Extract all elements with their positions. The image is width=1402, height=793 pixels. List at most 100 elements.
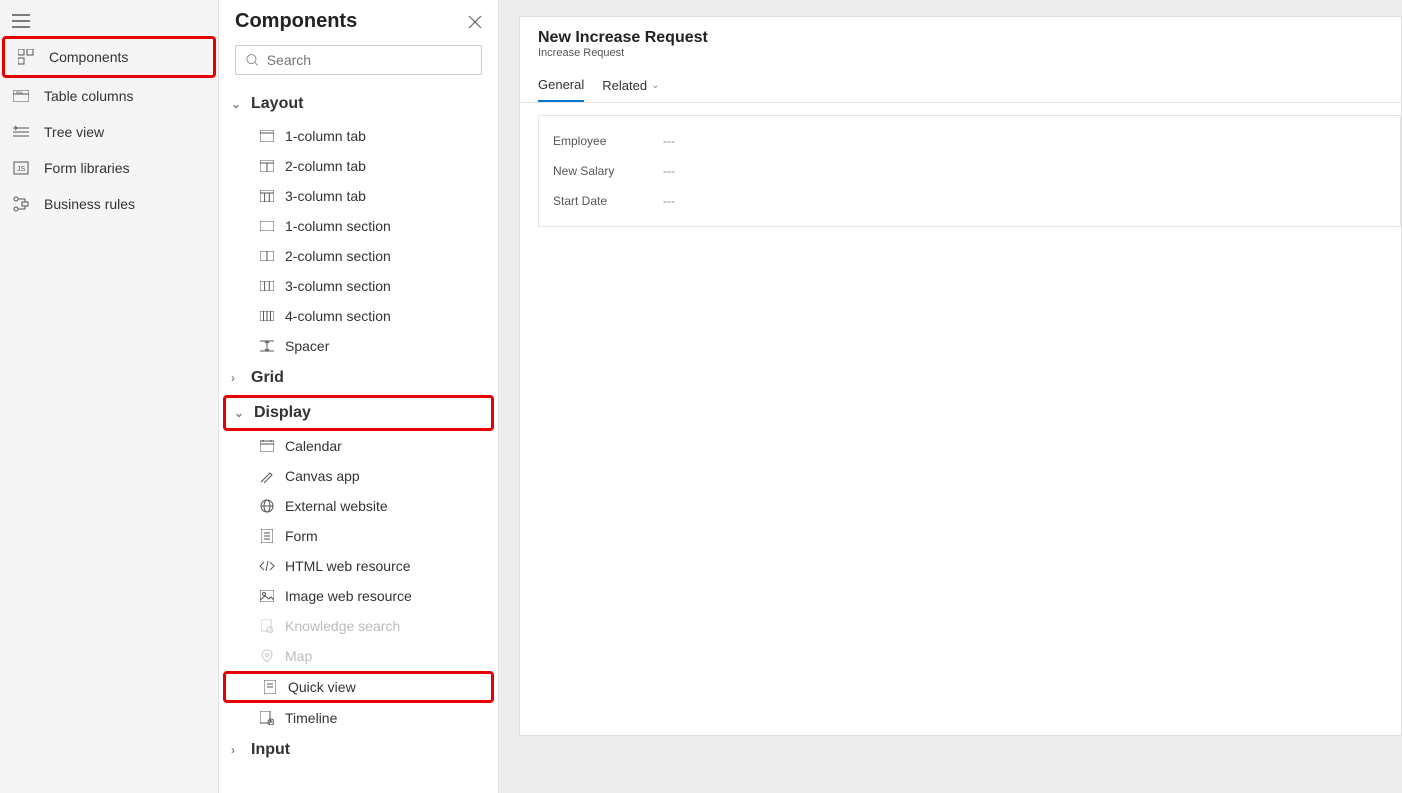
section-display[interactable]: ⌄ Display xyxy=(223,395,494,431)
item-quick-view[interactable]: Quick view xyxy=(223,671,494,703)
item-html-web-resource[interactable]: HTML web resource xyxy=(219,551,498,581)
search-icon xyxy=(246,53,259,67)
hamburger-button[interactable] xyxy=(0,6,218,36)
map-icon xyxy=(259,649,275,663)
field-row[interactable]: New Salary --- xyxy=(553,156,1386,186)
nav-item-table-columns[interactable]: Abc Table columns xyxy=(0,78,218,114)
section-label: Input xyxy=(251,741,290,759)
one-column-tab-icon xyxy=(259,130,275,142)
three-column-tab-icon xyxy=(259,190,275,202)
canvas-app-icon xyxy=(259,469,275,483)
tree-item-label: Spacer xyxy=(285,338,329,354)
components-icon xyxy=(17,49,35,65)
form-title: New Increase Request xyxy=(538,29,1383,47)
nav-item-components[interactable]: Components xyxy=(2,36,216,78)
two-column-tab-icon xyxy=(259,160,275,172)
item-form[interactable]: Form xyxy=(219,521,498,551)
calendar-icon xyxy=(259,440,275,452)
business-rules-icon xyxy=(12,196,30,212)
item-3-column-tab[interactable]: 3-column tab xyxy=(219,181,498,211)
tree-item-label: Image web resource xyxy=(285,588,412,604)
tree-item-label: 3-column tab xyxy=(285,188,366,204)
item-1-column-tab[interactable]: 1-column tab xyxy=(219,121,498,151)
code-icon xyxy=(259,560,275,572)
section-layout[interactable]: ⌄ Layout xyxy=(219,87,498,121)
nav-item-label: Tree view xyxy=(44,124,104,140)
nav-item-label: Form libraries xyxy=(44,160,130,176)
item-calendar[interactable]: Calendar xyxy=(219,431,498,461)
section-label: Display xyxy=(254,404,311,422)
item-spacer[interactable]: Spacer xyxy=(219,331,498,361)
item-timeline[interactable]: Timeline xyxy=(219,703,498,733)
tree-item-label: 1-column section xyxy=(285,218,391,234)
tree-item-label: Knowledge search xyxy=(285,618,400,634)
item-knowledge-search[interactable]: Knowledge search xyxy=(219,611,498,641)
tree-item-label: Form xyxy=(285,528,318,544)
three-column-section-icon xyxy=(259,281,275,291)
tab-label: Related xyxy=(602,78,647,93)
item-canvas-app[interactable]: Canvas app xyxy=(219,461,498,491)
chevron-down-icon: ⌄ xyxy=(234,406,248,420)
item-4-column-section[interactable]: 4-column section xyxy=(219,301,498,331)
image-icon xyxy=(259,590,275,602)
tree-item-label: 4-column section xyxy=(285,308,391,324)
components-tree[interactable]: ⌄ Layout 1-column tab 2-column tab 3-col… xyxy=(219,87,498,793)
nav-item-business-rules[interactable]: Business rules xyxy=(0,186,218,222)
form-subtitle: Increase Request xyxy=(538,47,1383,59)
svg-text:Abc: Abc xyxy=(16,90,23,95)
chevron-down-icon: ⌄ xyxy=(231,97,245,111)
search-box[interactable] xyxy=(235,45,482,75)
svg-text:JS: JS xyxy=(17,166,26,173)
nav-item-tree-view[interactable]: Tree view xyxy=(0,114,218,150)
section-label: Layout xyxy=(251,95,303,113)
tree-item-label: 1-column tab xyxy=(285,128,366,144)
tree-item-label: Canvas app xyxy=(285,468,360,484)
tree-item-label: 2-column section xyxy=(285,248,391,264)
field-label: Start Date xyxy=(553,194,663,208)
search-input[interactable] xyxy=(267,52,471,68)
item-external-website[interactable]: External website xyxy=(219,491,498,521)
field-label: New Salary xyxy=(553,164,663,178)
tree-item-label: HTML web resource xyxy=(285,558,411,574)
nav-item-label: Business rules xyxy=(44,196,135,212)
form-icon xyxy=(259,529,275,543)
two-column-section-icon xyxy=(259,251,275,261)
spacer-icon xyxy=(259,340,275,352)
chevron-right-icon: › xyxy=(231,371,245,385)
nav-item-form-libraries[interactable]: JS Form libraries xyxy=(0,150,218,186)
section-input[interactable]: › Input xyxy=(219,733,498,767)
tree-item-label: Quick view xyxy=(288,679,356,695)
item-map[interactable]: Map xyxy=(219,641,498,671)
chevron-down-icon: ⌄ xyxy=(651,80,659,91)
field-label: Employee xyxy=(553,134,663,148)
timeline-icon xyxy=(259,711,275,725)
one-column-section-icon xyxy=(259,221,275,231)
tree-item-label: External website xyxy=(285,498,388,514)
tab-label: General xyxy=(538,77,584,92)
fields-section[interactable]: Employee --- New Salary --- Start Date -… xyxy=(538,115,1401,227)
item-3-column-section[interactable]: 3-column section xyxy=(219,271,498,301)
left-sidebar: Components Abc Table columns Tree view J… xyxy=(0,0,219,793)
globe-icon xyxy=(259,499,275,513)
field-row[interactable]: Start Date --- xyxy=(553,186,1386,216)
chevron-right-icon: › xyxy=(231,743,245,757)
tab-general[interactable]: General xyxy=(538,77,584,102)
item-2-column-tab[interactable]: 2-column tab xyxy=(219,151,498,181)
form-libraries-icon: JS xyxy=(12,161,30,175)
field-row[interactable]: Employee --- xyxy=(553,126,1386,156)
tree-item-label: Map xyxy=(285,648,312,664)
section-grid[interactable]: › Grid xyxy=(219,361,498,395)
tree-view-icon xyxy=(12,125,30,139)
form-card[interactable]: New Increase Request Increase Request Ge… xyxy=(519,16,1402,736)
hamburger-icon xyxy=(12,14,30,28)
item-1-column-section[interactable]: 1-column section xyxy=(219,211,498,241)
tree-item-label: 2-column tab xyxy=(285,158,366,174)
item-2-column-section[interactable]: 2-column section xyxy=(219,241,498,271)
tab-related[interactable]: Related ⌄ xyxy=(602,77,659,102)
section-label: Grid xyxy=(251,369,284,387)
close-panel-button[interactable] xyxy=(468,15,482,29)
item-image-web-resource[interactable]: Image web resource xyxy=(219,581,498,611)
components-panel: Components ⌄ Layout 1-column tab 2-colum… xyxy=(219,0,499,793)
four-column-section-icon xyxy=(259,311,275,321)
nav-item-label: Components xyxy=(49,49,128,65)
